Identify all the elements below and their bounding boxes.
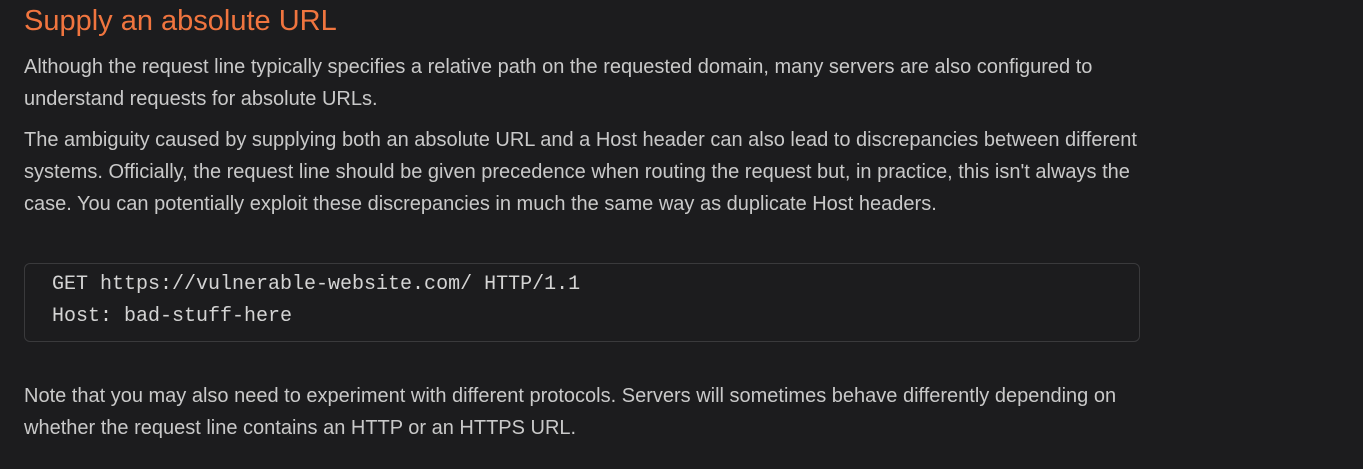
code-line-request: GET https://vulnerable-website.com/ HTTP… <box>52 273 581 296</box>
paragraph-absolute-url-intro: Although the request line typically spec… <box>24 56 1093 110</box>
code-block: GET https://vulnerable-website.com/ HTTP… <box>24 263 1140 342</box>
next-section-heading-cutoff <box>24 456 324 469</box>
code-line-host-header: Host: bad-stuff-here <box>52 305 293 328</box>
section-heading: Supply an absolute URL <box>24 5 337 37</box>
paragraph-protocols-note: Note that you may also need to experimen… <box>24 385 1117 439</box>
paragraph-ambiguity: The ambiguity caused by supplying both a… <box>24 129 1137 215</box>
